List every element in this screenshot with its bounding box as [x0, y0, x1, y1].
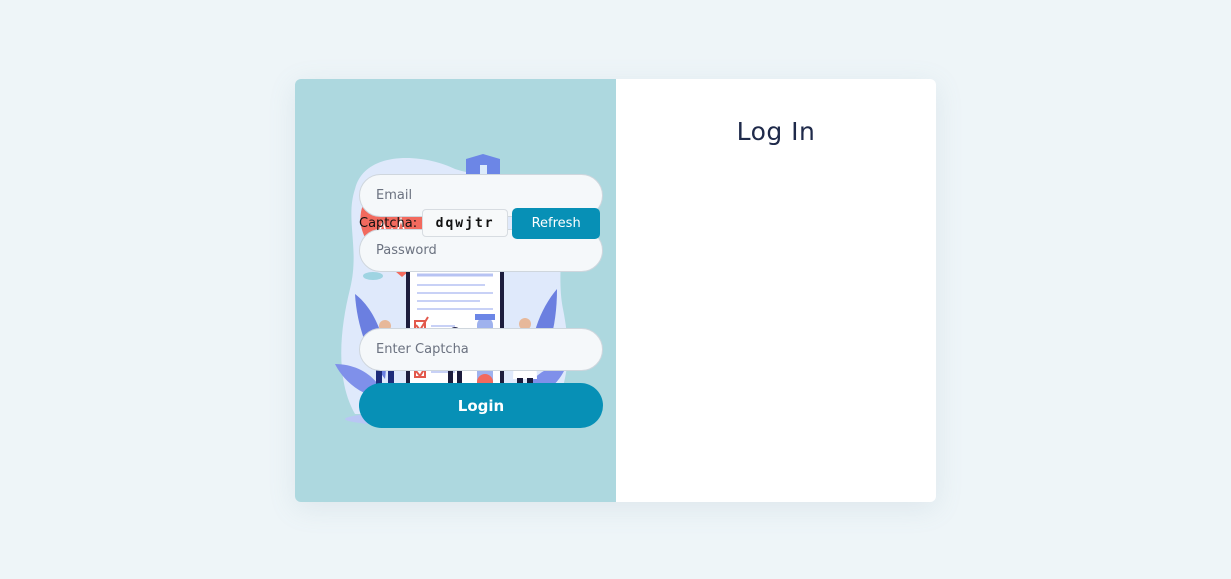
login-button[interactable]: Login [359, 383, 603, 428]
page-title: Log In [736, 117, 816, 146]
illustration-panel [295, 79, 616, 502]
captcha-row: Captcha: dqwjtr Refresh [359, 207, 603, 239]
login-card: Log In [295, 79, 936, 502]
captcha-label: Captcha: [359, 215, 418, 231]
captcha-code: dqwjtr [422, 209, 509, 237]
login-form-panel: Log In [616, 79, 936, 502]
captcha-input[interactable] [359, 328, 603, 371]
medical-illustration [335, 154, 568, 427]
refresh-captcha-button[interactable]: Refresh [512, 207, 601, 239]
